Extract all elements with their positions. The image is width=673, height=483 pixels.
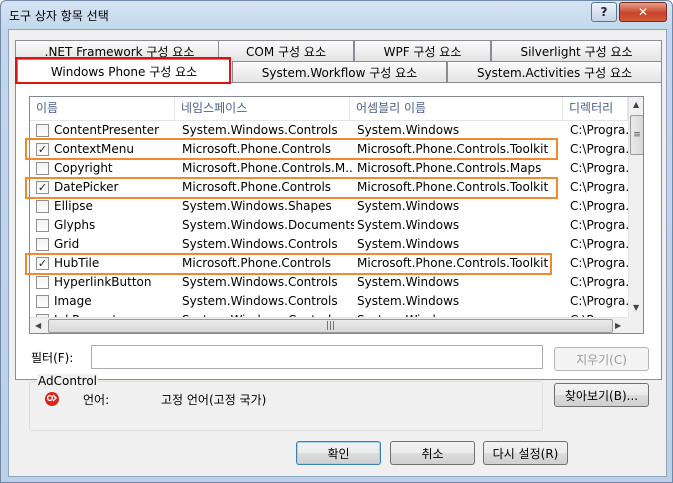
list-item[interactable]: Glyphs System.Windows.Documents System.Win… xyxy=(30,216,628,235)
vertical-scrollbar[interactable]: ▲ ≡ ▼ xyxy=(628,97,643,317)
filter-input[interactable] xyxy=(91,345,543,369)
cell-name: Grid xyxy=(54,237,80,251)
item-checkbox[interactable] xyxy=(36,200,49,213)
reset-button-label: 다시 설정(R) xyxy=(492,446,559,461)
active-tab-highlight xyxy=(15,57,231,84)
cell-assembly: System.Windows xyxy=(357,199,460,213)
filter-label: 필터(F): xyxy=(31,351,74,365)
tab-com[interactable]: COM 구성 요소 xyxy=(218,40,354,61)
list-item[interactable]: Copyright Microsoft.Phone.Controls.M... Mi… xyxy=(30,159,628,178)
cell-directory: C:\Progra... xyxy=(570,256,628,270)
highlight-hubtile xyxy=(25,253,552,275)
cell-name: Copyright xyxy=(54,161,113,175)
cell-directory: C:\Progra... xyxy=(570,237,628,251)
cell-directory: C:\Progra... xyxy=(570,275,628,289)
item-checkbox[interactable] xyxy=(36,276,49,289)
item-checkbox[interactable] xyxy=(36,162,49,175)
help-icon: ? xyxy=(600,5,608,19)
tab-label: System.Workflow 구성 요소 xyxy=(261,65,418,80)
tab-wpf[interactable]: WPF 구성 요소 xyxy=(354,40,491,61)
title-bar[interactable]: 도구 상자 항목 선택 ? ✕ xyxy=(1,1,672,29)
tab-label: COM 구성 요소 xyxy=(246,44,326,59)
component-icon xyxy=(45,392,59,406)
cell-name: HyperlinkButton xyxy=(54,275,152,289)
cell-name: Ellipse xyxy=(54,199,93,213)
dialog-window: 도구 상자 항목 선택 ? ✕ .NET Framework 구성 요소 COM… xyxy=(0,0,673,483)
language-label: 언어: xyxy=(83,393,110,407)
clear-button-label: 지우기(C) xyxy=(576,352,627,367)
scroll-right-icon[interactable]: ▶ xyxy=(615,321,621,330)
cell-namespace: System.Windows.Shapes xyxy=(182,199,332,213)
item-checkbox[interactable] xyxy=(36,219,49,232)
cell-directory: C:\Progra... xyxy=(570,123,628,137)
column-header-directory[interactable]: 디렉터리 xyxy=(563,97,628,121)
cell-name: Glyphs xyxy=(54,218,96,232)
tab-label: Silverlight 구성 요소 xyxy=(520,44,633,59)
list-item[interactable]: Image System.Windows.Controls System.Windo… xyxy=(30,292,628,311)
reset-button[interactable]: 다시 설정(R) xyxy=(483,441,568,465)
cell-directory: C:\Progra... xyxy=(570,218,628,232)
window-title: 도구 상자 항목 선택 xyxy=(9,9,109,23)
close-button[interactable]: ✕ xyxy=(619,2,667,22)
cell-directory: C:\Progra... xyxy=(570,294,628,308)
list-item[interactable]: HyperlinkButton System.Windows.Controls Sy… xyxy=(30,273,628,292)
tab-label: System.Activities 구성 요소 xyxy=(476,65,633,80)
selected-component-name: AdControl xyxy=(37,374,98,388)
cell-directory: C:\Progra... xyxy=(570,199,628,213)
highlight-datepicker xyxy=(25,177,558,199)
cell-directory: C:\Progra... xyxy=(570,161,628,175)
tab-silverlight[interactable]: Silverlight 구성 요소 xyxy=(491,40,662,61)
cell-assembly: System.Windows xyxy=(357,218,460,232)
vertical-scroll-thumb[interactable]: ≡ xyxy=(630,115,643,155)
horizontal-scroll-thumb[interactable]: ||| xyxy=(48,319,613,333)
cell-directory: C:\Progra... xyxy=(570,180,628,194)
cell-assembly: System.Windows xyxy=(357,294,460,308)
cell-namespace: System.Windows.Controls xyxy=(182,275,338,289)
column-header-name[interactable]: 이름 xyxy=(30,97,175,121)
scroll-corner xyxy=(628,317,643,333)
item-checkbox[interactable] xyxy=(36,295,49,308)
clear-button[interactable]: 지우기(C) xyxy=(554,347,649,371)
cell-assembly: System.Windows xyxy=(357,237,460,251)
horizontal-scrollbar[interactable]: ◀ ||| ▶ xyxy=(30,317,628,333)
cancel-button[interactable]: 취소 xyxy=(390,441,475,465)
language-value: 고정 언어(고정 국가) xyxy=(161,393,267,407)
list-item[interactable]: Ellipse System.Windows.Shapes System.Windo… xyxy=(30,197,628,216)
scroll-down-icon[interactable]: ▼ xyxy=(633,303,639,312)
cell-namespace: System.Windows.Controls xyxy=(182,294,338,308)
cell-assembly: Microsoft.Phone.Controls.Maps xyxy=(357,161,542,175)
ok-button-label: 확인 xyxy=(327,446,350,461)
help-button[interactable]: ? xyxy=(591,2,617,22)
cell-assembly: System.Windows xyxy=(357,275,460,289)
browse-button[interactable]: 찾아보기(B)... xyxy=(554,383,649,407)
highlight-contextmenu xyxy=(25,138,558,160)
tab-system-activities[interactable]: System.Activities 구성 요소 xyxy=(447,61,662,82)
list-item[interactable]: Grid System.Windows.Controls System.Window… xyxy=(30,235,628,254)
item-checkbox[interactable] xyxy=(36,124,49,137)
scroll-left-icon[interactable]: ◀ xyxy=(35,321,41,330)
column-header-assembly[interactable]: 어셈블리 이름 xyxy=(350,97,563,121)
tab-system-workflow[interactable]: System.Workflow 구성 요소 xyxy=(232,61,447,82)
tab-label: WPF 구성 요소 xyxy=(383,44,462,59)
components-list[interactable]: 이름 네임스페이스 어셈블리 이름 디렉터리 ContentPresenter S… xyxy=(29,96,644,334)
scroll-up-icon[interactable]: ▲ xyxy=(633,100,639,109)
cell-directory: C:\Progra... xyxy=(570,142,628,156)
cell-namespace: System.Windows.Controls xyxy=(182,237,338,251)
cancel-button-label: 취소 xyxy=(421,446,444,461)
column-header-namespace[interactable]: 네임스페이스 xyxy=(175,97,350,121)
list-header: 이름 네임스페이스 어셈블리 이름 디렉터리 xyxy=(30,97,628,121)
item-checkbox[interactable] xyxy=(36,238,49,251)
cell-namespace: System.Windows.Documents xyxy=(182,218,354,232)
browse-button-label: 찾아보기(B)... xyxy=(564,388,639,403)
cell-namespace: Microsoft.Phone.Controls.M... xyxy=(182,161,354,175)
ok-button[interactable]: 확인 xyxy=(296,441,381,465)
cell-name: Image xyxy=(54,294,92,308)
close-icon: ✕ xyxy=(637,5,649,19)
